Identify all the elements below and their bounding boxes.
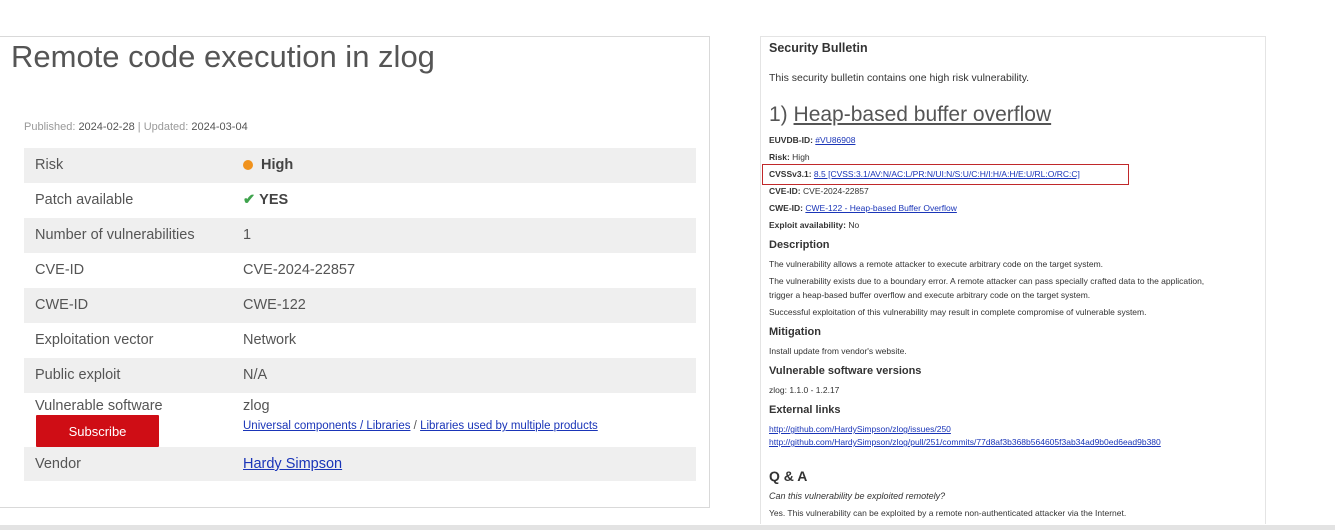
qa-heading: Q & A <box>769 468 808 484</box>
table-row-vendor: Vendor Hardy Simpson <box>24 447 696 481</box>
mitigation-heading: Mitigation <box>769 326 821 338</box>
description-heading: Description <box>769 239 830 251</box>
versions-text: zlog: 1.1.0 - 1.2.17 <box>769 385 840 395</box>
external-link-2[interactable]: http://github.com/HardySimpson/zlog/pull… <box>769 437 1161 447</box>
cvss-link[interactable]: 8.5 [CVSS:3.1/AV:N/AC:L/PR:N/UI:N/S:U/C:… <box>814 169 1080 179</box>
qa-answer: Yes. This vulnerability can be exploited… <box>769 508 1127 518</box>
exploit-line: Exploit availability: No <box>769 220 859 230</box>
link-separator: / <box>413 420 417 432</box>
row-label: Risk <box>35 157 64 173</box>
vulnerability-summary-panel: Remote code execution in zlog Published:… <box>0 36 710 508</box>
table-row-vulnerable-software: Vulnerable software zlog Subscribe Unive… <box>24 393 696 447</box>
risk-label: Risk: <box>769 152 790 162</box>
row-label: Vulnerable software <box>35 398 163 414</box>
row-label: CWE-ID <box>35 297 89 313</box>
risk-level-value: High <box>261 157 294 173</box>
row-value: Network <box>243 332 297 348</box>
description-text-2b: trigger a heap-based buffer overflow and… <box>769 290 1091 300</box>
software-category-links: Universal components / Libraries / Libra… <box>243 420 598 432</box>
exploit-value: No <box>848 220 860 230</box>
row-label: Vendor <box>35 456 81 472</box>
row-label: Number of vulnerabilities <box>35 227 195 243</box>
row-value: CVE-2024-22857 <box>243 262 356 278</box>
vulnerability-title-link[interactable]: Heap-based buffer overflow <box>794 103 1052 126</box>
info-table: Risk High Patch available ✔ YES Number of… <box>24 148 696 481</box>
euvdb-line: EUVDB-ID: #VU86908 <box>769 135 855 145</box>
checkmark-icon: ✔ <box>243 192 256 208</box>
cve-line: CVE-ID: CVE-2024-22857 <box>769 186 869 196</box>
table-row-exploitation-vector: Exploitation vector Network <box>24 323 696 358</box>
qa-question: Can this vulnerability be exploited remo… <box>769 491 946 501</box>
description-text-3: Successful exploitation of this vulnerab… <box>769 307 1147 317</box>
cvss-line: CVSSv3.1: 8.5 [CVSS:3.1/AV:N/AC:L/PR:N/U… <box>769 169 1080 179</box>
vendor-link[interactable]: Hardy Simpson <box>243 456 342 472</box>
row-label: Public exploit <box>35 367 121 383</box>
table-row-num-vulns: Number of vulnerabilities 1 <box>24 218 696 253</box>
risk-line: Risk: High <box>769 152 810 162</box>
row-value: zlog <box>243 398 270 414</box>
published-label: Published: <box>24 121 76 133</box>
patch-value: YES <box>259 192 289 208</box>
published-date: 2024-02-28 <box>78 121 135 133</box>
row-label: Exploitation vector <box>35 332 154 348</box>
exploit-label: Exploit availability: <box>769 220 846 230</box>
row-value: Hardy Simpson <box>243 456 342 472</box>
updated-date: 2024-03-04 <box>191 121 248 133</box>
external-link-1[interactable]: http://github.com/HardySimpson/zlog/issu… <box>769 424 951 434</box>
external-links-heading: External links <box>769 404 841 416</box>
row-value: 1 <box>243 227 252 243</box>
versions-heading: Vulnerable software versions <box>769 365 922 377</box>
risk-level-dot-icon <box>243 160 253 170</box>
cve-value: CVE-2024-22857 <box>803 186 869 196</box>
vulnerability-title: 1) Heap-based buffer overflow <box>769 103 1051 127</box>
subscribe-button[interactable]: Subscribe <box>36 415 159 447</box>
row-label: Patch available <box>35 192 134 208</box>
table-row-patch: Patch available ✔ YES <box>24 183 696 218</box>
row-value: High <box>243 157 293 173</box>
bulletin-intro: This security bulletin contains one high… <box>769 72 1030 84</box>
row-value: CWE-122 <box>243 297 306 313</box>
category-link-universal-components[interactable]: Universal components / Libraries <box>243 420 410 432</box>
table-row-cve-id: CVE-ID CVE-2024-22857 <box>24 253 696 288</box>
vulnerability-number: 1) <box>769 103 788 126</box>
cve-label: CVE-ID: <box>769 186 801 196</box>
risk-value: High <box>792 152 810 162</box>
cwe-label: CWE-ID: <box>769 203 803 213</box>
mitigation-text: Install update from vendor's website. <box>769 346 907 356</box>
table-row-public-exploit: Public exploit N/A <box>24 358 696 393</box>
bottom-divider <box>0 525 1335 530</box>
table-row-risk: Risk High <box>24 148 696 183</box>
updated-label: Updated: <box>143 121 189 133</box>
row-value: ✔ YES <box>243 192 288 208</box>
bulletin-heading: Security Bulletin <box>769 41 868 55</box>
euvdb-link[interactable]: #VU86908 <box>815 135 855 145</box>
category-link-libraries-multiple-products[interactable]: Libraries used by multiple products <box>420 420 598 432</box>
cvss-label: CVSSv3.1: <box>769 169 812 179</box>
cwe-link[interactable]: CWE-122 - Heap-based Buffer Overflow <box>805 203 957 213</box>
date-separator: | <box>137 121 141 133</box>
row-value: N/A <box>243 367 268 383</box>
row-label: CVE-ID <box>35 262 85 278</box>
description-text-1: The vulnerability allows a remote attack… <box>769 259 1104 269</box>
euvdb-label: EUVDB-ID: <box>769 135 813 145</box>
table-row-cwe-id: CWE-ID CWE-122 <box>24 288 696 323</box>
publish-dates: Published: 2024-02-28 | Updated: 2024-03… <box>24 121 248 133</box>
page: Remote code execution in zlog Published:… <box>0 0 1335 530</box>
description-text-2a: The vulnerability exists due to a bounda… <box>769 276 1205 286</box>
security-bulletin-panel: Security Bulletin This security bulletin… <box>760 36 1266 524</box>
page-title: Remote code execution in zlog <box>11 39 435 74</box>
cwe-line: CWE-ID: CWE-122 - Heap-based Buffer Over… <box>769 203 957 213</box>
